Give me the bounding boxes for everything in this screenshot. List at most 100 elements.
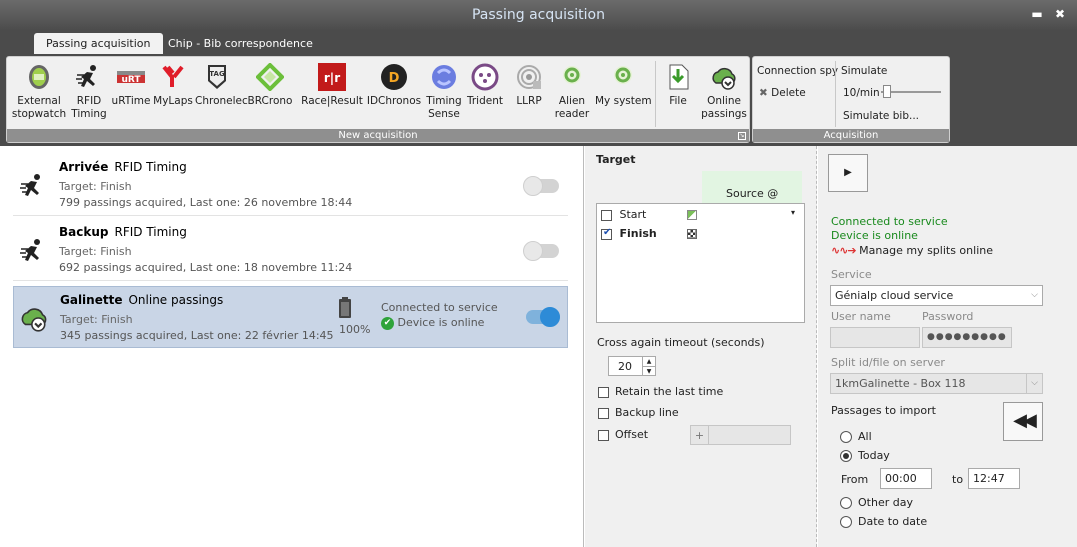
service-select[interactable]: Génialp cloud service ⌵ [830, 285, 1043, 306]
simulate-label: Simulate [841, 65, 888, 77]
spin-up-icon[interactable]: ▲ [642, 357, 655, 366]
ribbon-button-label: uRTime [111, 95, 151, 107]
play-icon: ▶ [844, 167, 852, 178]
delete-button[interactable]: ✖ Delete [759, 87, 806, 99]
chronelec-button[interactable]: TAG Chronelec [195, 63, 248, 108]
idchronos-button[interactable]: D IDChronos [365, 63, 423, 108]
to-time-field[interactable]: 12:47 [968, 468, 1020, 489]
split-select[interactable]: 1kmGalinette - Box 118 ⌵ [830, 373, 1043, 394]
target-list: Start ▾ ✔ Finish [596, 203, 805, 323]
slider-thumb[interactable] [883, 85, 891, 98]
play-button[interactable]: ▶ [828, 154, 868, 192]
acquisition-name: Arrivée [59, 160, 109, 174]
offset-sign[interactable]: + [691, 426, 709, 444]
rewind-button[interactable]: ◀◀ [1003, 402, 1043, 441]
backup-line-option[interactable]: Backup line [598, 406, 679, 419]
target-label: Finish [619, 227, 657, 240]
option-all[interactable]: All [840, 430, 872, 443]
radio-all[interactable] [840, 431, 852, 443]
connection-spy-button[interactable]: Connection spy [757, 65, 838, 77]
option-all-label: All [858, 430, 872, 443]
tab-passing-acquisition[interactable]: Passing acquisition [34, 33, 163, 54]
online-passings-button[interactable]: Online passings [699, 63, 749, 121]
cross-timeout-value: 20 [618, 360, 632, 373]
alien-reader-button[interactable]: Alien reader [553, 63, 591, 121]
my-system-button[interactable]: My system [595, 63, 652, 108]
target-finish-checkbox[interactable]: ✔ [601, 227, 612, 240]
option-today-label: Today [858, 449, 890, 462]
dialog-launcher-icon[interactable]: ↘ [738, 132, 746, 140]
service-panel: ▶ Connected to service Device is online … [818, 146, 1077, 547]
simulate-bib-button[interactable]: Simulate bib... [843, 110, 919, 122]
password-field[interactable]: ●●●●●●●●● [922, 327, 1012, 348]
retain-last-option[interactable]: Retain the last time [598, 385, 723, 398]
username-field[interactable] [830, 327, 920, 348]
radio-date-to-date[interactable] [840, 516, 852, 528]
trident-button[interactable]: Trident [465, 63, 505, 108]
option-date-to-date[interactable]: Date to date [840, 515, 927, 528]
option-other-day[interactable]: Other day [840, 496, 913, 509]
runner-icon [76, 65, 96, 87]
acquisition-summary: 799 passings acquired, Last one: 26 nove… [59, 196, 353, 209]
stopwatch-icon [29, 65, 49, 89]
svg-text:uRT: uRT [121, 75, 141, 85]
svg-text:D: D [389, 71, 400, 86]
from-time-field[interactable]: 00:00 [880, 468, 932, 489]
radio-today[interactable] [840, 450, 852, 462]
file-import-icon [669, 64, 689, 90]
spin-down-icon[interactable]: ▼ [642, 366, 655, 375]
enable-toggle[interactable] [523, 176, 559, 196]
radio-other-day[interactable] [840, 497, 852, 509]
urtime-logo-icon: uRT [117, 71, 145, 85]
retain-last-checkbox[interactable] [598, 386, 609, 398]
acquisition-item-galinette[interactable]: Galinette Online passings Target: Finish … [13, 286, 568, 348]
mylaps-button[interactable]: MyLaps [153, 63, 193, 108]
device-online-status: Device is online [831, 229, 918, 242]
mylaps-logo-icon [162, 65, 184, 87]
ribbon: External stopwatch RFID Timing uRT uRTim… [0, 54, 1077, 146]
svg-text:TAG: TAG [209, 70, 225, 78]
start-flag-icon [687, 210, 697, 220]
close-button[interactable]: ✖ [1054, 8, 1066, 20]
target-panel: Target Source @ Start ▾ ✔ Finish Cross a… [585, 146, 817, 547]
acquisition-summary: 692 passings acquired, Last one: 18 nove… [59, 261, 353, 274]
offset-option[interactable]: Offset [598, 428, 648, 441]
urtime-button[interactable]: uRT uRTime [111, 63, 151, 108]
source-header-cell: Source @ [702, 171, 802, 203]
timing-sense-button[interactable]: Timing Sense [425, 63, 463, 121]
option-other-day-label: Other day [858, 496, 913, 509]
manage-splits-link[interactable]: ∿∿➔ Manage my splits online [831, 244, 993, 257]
target-row-start[interactable]: Start ▾ [601, 208, 801, 224]
dropdown-arrow-icon[interactable]: ▾ [791, 208, 795, 217]
enable-toggle[interactable] [526, 307, 560, 327]
race-result-button[interactable]: r|r Race|Result [299, 63, 365, 108]
enable-toggle[interactable] [523, 241, 559, 261]
brcrono-button[interactable]: BRCrono [247, 63, 293, 108]
window-title: Passing acquisition [471, 7, 605, 23]
file-button[interactable]: File [661, 63, 695, 108]
acquisition-item-arrivee[interactable]: Arrivée RFID Timing Target: Finish 799 pa… [13, 154, 568, 216]
backup-line-checkbox[interactable] [598, 407, 609, 419]
from-label: From [841, 473, 869, 486]
service-status: Connected to service [381, 301, 498, 314]
target-start-checkbox[interactable] [601, 209, 612, 221]
acquisition-target: Target: Finish [59, 245, 132, 258]
rfid-timing-button[interactable]: RFID Timing [69, 63, 109, 121]
cross-timeout-spinner[interactable]: 20 ▲ ▼ [608, 356, 656, 376]
ribbon-button-label: Online passings [701, 95, 747, 120]
option-today[interactable]: Today [840, 449, 890, 462]
tab-chip-bib-correspondence[interactable]: Chip - Bib correspondence [156, 33, 325, 54]
offset-checkbox[interactable] [598, 429, 609, 441]
offset-field[interactable]: + [690, 425, 791, 445]
external-stopwatch-button[interactable]: External stopwatch [11, 63, 67, 121]
target-row-finish[interactable]: ✔ Finish [601, 227, 801, 243]
finish-flag-icon [687, 229, 697, 239]
ribbon-button-label: IDChronos [366, 95, 422, 107]
minimize-button[interactable]: ▬ [1031, 8, 1043, 20]
acquisition-item-backup[interactable]: Backup RFID Timing Target: Finish 692 pas… [13, 219, 568, 281]
retain-last-label: Retain the last time [615, 385, 724, 398]
simulate-rate-slider[interactable] [881, 85, 941, 98]
window-titlebar: Passing acquisition ▬ ✖ [0, 0, 1077, 30]
llrp-button[interactable]: LLRP [509, 63, 549, 108]
ribbon-button-label: BRCrono [247, 95, 293, 107]
